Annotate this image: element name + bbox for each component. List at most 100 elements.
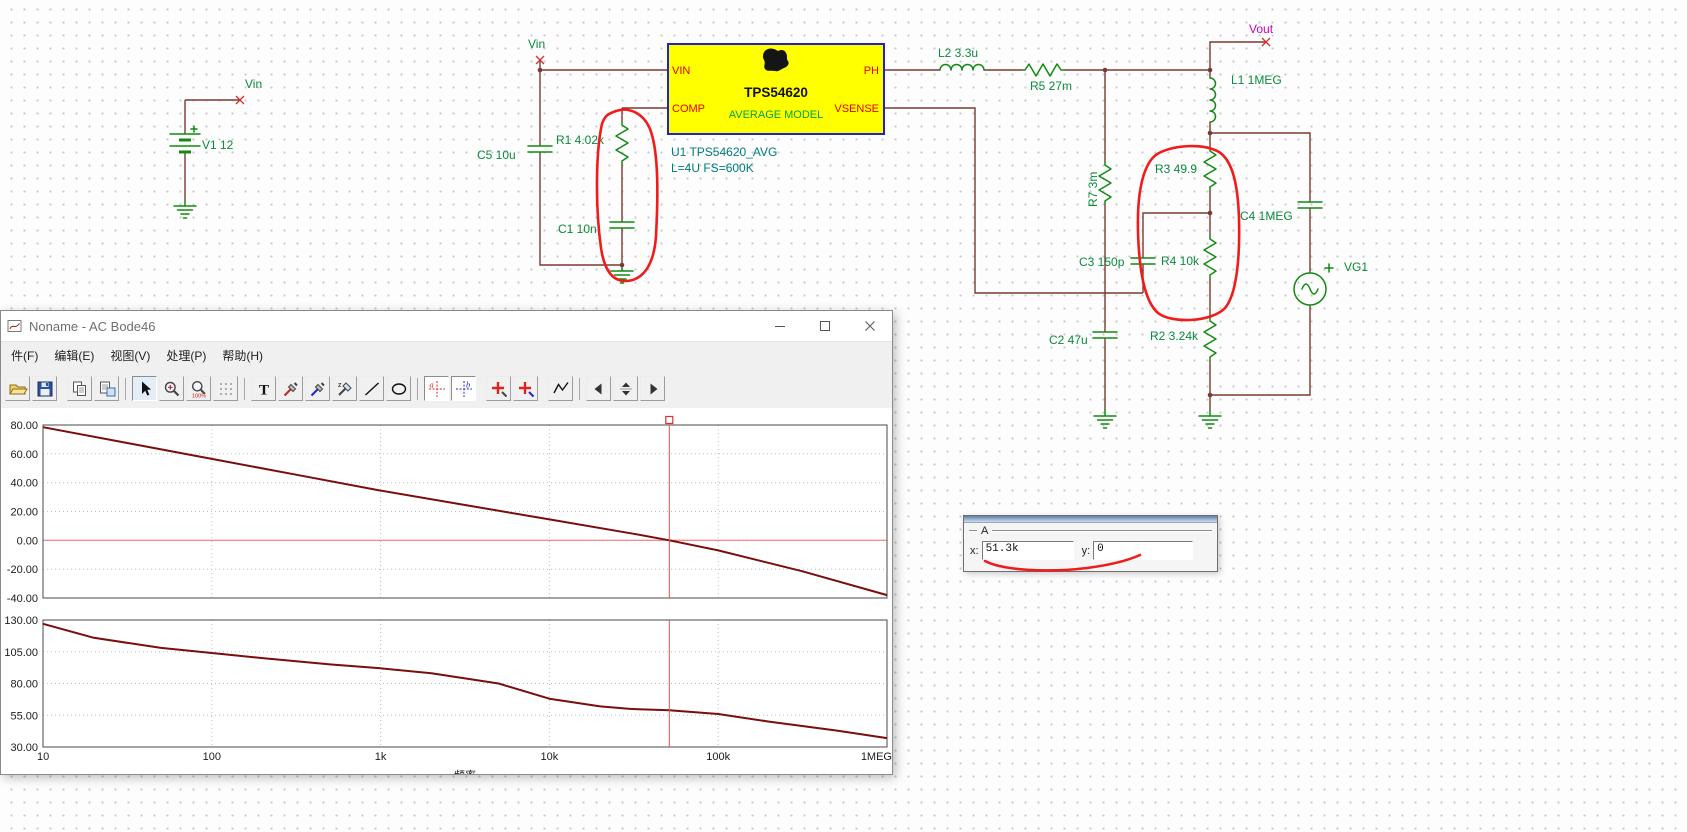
cursor-a-handle[interactable] [665, 415, 674, 425]
phase-curve [42, 622, 888, 740]
toolbar-button-copy-icon[interactable] [67, 376, 92, 401]
tps54620-box[interactable]: VIN COMP PH VSENSE TPS54620 AVERAGE MODE… [667, 43, 885, 135]
minimize-button[interactable] [757, 311, 802, 341]
cursor-x-field[interactable]: 51.3k [981, 541, 1074, 560]
r4-label[interactable]: R4 10k [1161, 254, 1200, 268]
menu-item-3[interactable]: 处理(P) [158, 343, 214, 368]
copy-icon [72, 381, 86, 396]
v1-label[interactable]: V1 12 [202, 138, 234, 152]
resistor-r4[interactable]: R4 10k [1161, 235, 1217, 279]
c4-label[interactable]: C4 1MEG [1240, 209, 1293, 223]
u1-ref-label[interactable]: U1 TPS54620_AVG [671, 145, 777, 159]
maximize-button[interactable] [802, 311, 847, 341]
svg-text:100%: 100% [192, 393, 206, 399]
plot-client-area: 80.00 60.00 40.00 20.00 0.00 -20.00 -40.00 130.… [1, 408, 892, 774]
toolbar-button-save-icon[interactable] [32, 376, 57, 401]
toolbar-button-marker-blue-icon[interactable] [513, 376, 538, 401]
resistor-r7[interactable]: R7 3m [1086, 161, 1112, 207]
vin-tag-left[interactable]: Vin [245, 77, 262, 91]
toolbar-button-cursor-b-icon[interactable]: b [451, 376, 476, 401]
c2-label[interactable]: C2 47u [1049, 333, 1088, 347]
toolbar-button-nav-left-icon[interactable] [586, 376, 611, 401]
ground-symbol[interactable] [173, 199, 197, 219]
polyline-icon [552, 381, 569, 393]
y-tick-label: 60.00 [10, 449, 38, 461]
toolbar-button-polyline-icon[interactable] [548, 376, 573, 401]
toolbar-button-probe-blue-icon[interactable] [305, 376, 330, 401]
resistor-r1[interactable]: R1 4.02k [556, 121, 629, 165]
voltage-source-v1[interactable]: V1 12 [169, 125, 234, 154]
r7-label[interactable]: R7 3m [1086, 172, 1100, 207]
resistor-r2[interactable]: R2 3.24k [1150, 317, 1217, 361]
menu-item-1[interactable]: 编辑(E) [46, 343, 102, 368]
pin-label-vsense: VSENSE [834, 103, 879, 115]
menu-item-4[interactable]: 帮助(H) [214, 343, 271, 368]
ground-symbol[interactable] [610, 264, 634, 284]
r2-label[interactable]: R2 3.24k [1150, 329, 1199, 343]
x-tick-label: 100 [203, 751, 221, 763]
toolbar-button-text-icon[interactable]: T [251, 376, 276, 401]
r1-label[interactable]: R1 4.02k [556, 133, 605, 147]
inductor-l1[interactable]: L1 1MEG [1209, 73, 1282, 123]
x-tick-label: 1k [375, 751, 387, 763]
cursor-y-field[interactable]: 0 [1093, 541, 1194, 560]
generator-vg1[interactable]: VG1 [1293, 260, 1368, 306]
ground-symbol[interactable] [1198, 409, 1222, 429]
toolbar-button-probe-red-icon[interactable] [278, 376, 303, 401]
y-tick-label: 0.00 [17, 535, 38, 547]
toolbar-button-marker-red-icon[interactable] [486, 376, 511, 401]
x-label: x: [970, 544, 979, 557]
u1-params-label[interactable]: L=4U FS=600K [671, 161, 754, 175]
vout-tag[interactable]: Vout [1249, 22, 1274, 36]
c5-label[interactable]: C5 10u [477, 148, 516, 162]
r3-label[interactable]: R3 49.9 [1155, 162, 1197, 176]
probe-blue-icon [310, 381, 325, 396]
capacitor-c2[interactable]: C2 47u [1049, 331, 1118, 347]
c1-label[interactable]: C1 10n [558, 222, 597, 236]
y-tick-label: 55.00 [10, 710, 38, 722]
inductor-l2[interactable]: L2 3.3u [938, 46, 985, 71]
r5-label[interactable]: R5 27m [1030, 79, 1072, 93]
pin-label-comp: COMP [672, 103, 705, 115]
toolbar-button-nav-spin-icon[interactable] [613, 376, 638, 401]
toolbar-button-ellipse-icon[interactable] [386, 376, 411, 401]
vg1-label[interactable]: VG1 [1344, 260, 1368, 274]
toolbar-button-zoom-in-icon[interactable] [159, 376, 184, 401]
gain-curve [42, 426, 888, 597]
toolbar-button-copy-special-icon[interactable] [94, 376, 119, 401]
l2-label[interactable]: L2 3.3u [938, 46, 978, 60]
ground-symbol[interactable] [1093, 409, 1117, 429]
plot-area[interactable]: 80.00 60.00 40.00 20.00 0.00 -20.00 -40.00 130.… [1, 408, 892, 774]
phase-plot[interactable]: 130.00 105.00 80.00 55.00 30.00 [4, 615, 888, 754]
toolbar-button-grid-icon[interactable] [213, 376, 238, 401]
ic-title: TPS54620 [744, 85, 808, 100]
menu-item-0[interactable]: 件(F) [3, 343, 46, 368]
toolbar-button-select-arrow-icon[interactable] [132, 376, 157, 401]
save-icon [37, 381, 52, 396]
menu-item-2[interactable]: 视图(V) [102, 343, 158, 368]
l1-label[interactable]: L1 1MEG [1231, 73, 1282, 87]
window-titlebar[interactable]: Noname - AC Bode46 [1, 311, 892, 342]
resistor-r3[interactable]: R3 49.9 [1155, 147, 1217, 191]
pin-label-ph: PH [864, 65, 879, 77]
toolbar-button-nav-right-icon[interactable] [640, 376, 665, 401]
gain-plot[interactable]: 80.00 60.00 40.00 20.00 0.00 -20.00 -40.00 [7, 415, 888, 606]
toolbar-button-line-icon[interactable] [359, 376, 384, 401]
toolbar-button-cursor-a-icon[interactable]: a [424, 376, 449, 401]
y-tick-label: 80.00 [10, 420, 38, 432]
c3-label[interactable]: C3 150p [1079, 255, 1125, 269]
toolbar-button-open-icon[interactable] [5, 376, 30, 401]
capacitor-c5[interactable]: C5 10u [477, 145, 553, 162]
y-tick-label: -40.00 [7, 593, 38, 605]
y-label: y: [1081, 544, 1091, 557]
resistor-r5[interactable]: R5 27m [1021, 63, 1072, 93]
vin-tag-top[interactable]: Vin [528, 37, 545, 51]
panel-grip[interactable] [964, 516, 1217, 523]
toolbar-button-zoom-100-icon[interactable]: 100% [186, 376, 211, 401]
close-button[interactable] [847, 311, 892, 341]
svg-text:T: T [258, 382, 268, 398]
y-tick-label: 20.00 [10, 507, 38, 519]
toolbar-button-impedance-probe-icon[interactable]: z [332, 376, 357, 401]
toolbar-separator [244, 377, 245, 400]
y-tick-label: 30.00 [10, 742, 38, 754]
